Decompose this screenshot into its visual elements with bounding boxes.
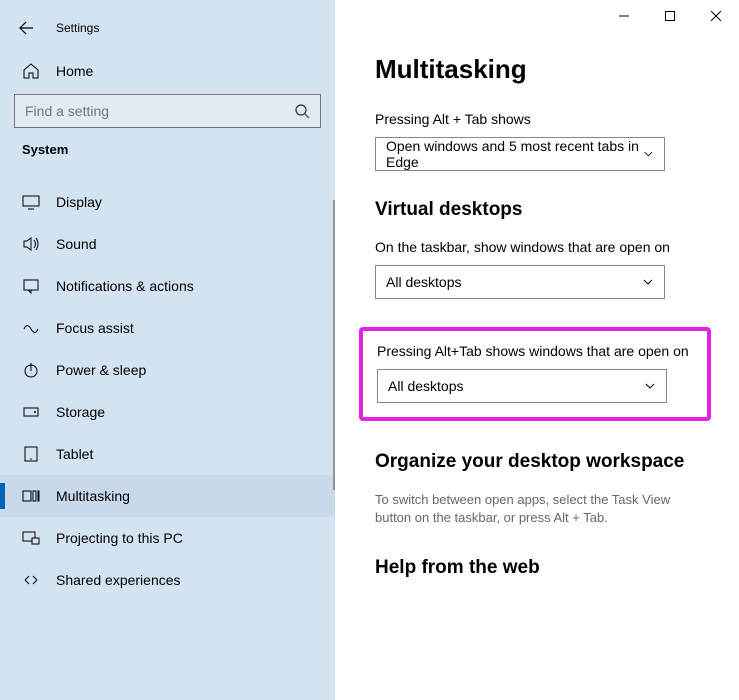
tablet-icon — [22, 445, 40, 463]
sidebar-item-projecting[interactable]: Projecting to this PC — [0, 517, 335, 559]
dropdown-value: All desktops — [388, 378, 463, 394]
alttab-dropdown[interactable]: Open windows and 5 most recent tabs in E… — [375, 137, 665, 171]
category-header: System — [0, 142, 335, 167]
sidebar-item-label: Projecting to this PC — [56, 530, 183, 546]
maximize-button[interactable] — [647, 0, 693, 32]
alttab-label: Pressing Alt + Tab shows — [375, 111, 709, 127]
notifications-icon — [22, 277, 40, 295]
sidebar-item-power-sleep[interactable]: Power & sleep — [0, 349, 335, 391]
organize-desc: To switch between open apps, select the … — [375, 491, 709, 527]
chevron-down-icon — [644, 380, 656, 392]
sidebar-item-sound[interactable]: Sound — [0, 223, 335, 265]
organize-heading: Organize your desktop workspace — [375, 451, 709, 473]
home-icon — [22, 62, 40, 80]
close-button[interactable] — [693, 0, 739, 32]
sidebar-item-notifications[interactable]: Notifications & actions — [0, 265, 335, 307]
vd-alttab-dropdown[interactable]: All desktops — [377, 369, 667, 403]
minimize-icon — [619, 11, 629, 21]
help-heading: Help from the web — [375, 557, 709, 579]
sidebar-item-label: Tablet — [56, 446, 93, 462]
search-icon — [294, 103, 310, 119]
sidebar-item-label: Notifications & actions — [56, 278, 194, 294]
sidebar-item-label: Power & sleep — [56, 362, 146, 378]
shared-experiences-icon — [22, 571, 40, 589]
sidebar: Settings Home System Display Sound Notif… — [0, 0, 335, 700]
sidebar-item-label: Display — [56, 194, 102, 210]
back-button[interactable] — [14, 16, 38, 40]
sidebar-item-display[interactable]: Display — [0, 181, 335, 223]
sidebar-item-label: Shared experiences — [56, 572, 181, 588]
home-label: Home — [56, 63, 93, 79]
main-content: Multitasking Pressing Alt + Tab shows Op… — [335, 0, 739, 700]
window-title: Settings — [56, 21, 99, 35]
search-input[interactable] — [25, 103, 294, 119]
sidebar-item-label: Multitasking — [56, 488, 130, 504]
sidebar-item-tablet[interactable]: Tablet — [0, 433, 335, 475]
focus-assist-icon — [22, 319, 40, 337]
close-icon — [711, 11, 721, 21]
dropdown-value: All desktops — [386, 274, 461, 290]
sidebar-item-label: Focus assist — [56, 320, 134, 336]
chevron-down-icon — [642, 276, 654, 288]
sidebar-item-focus-assist[interactable]: Focus assist — [0, 307, 335, 349]
minimize-button[interactable] — [601, 0, 647, 32]
vd-taskbar-dropdown[interactable]: All desktops — [375, 265, 665, 299]
sound-icon — [22, 235, 40, 253]
highlight-box: Pressing Alt+Tab shows windows that are … — [359, 327, 711, 421]
display-icon — [22, 193, 40, 211]
sidebar-item-label: Sound — [56, 236, 96, 252]
storage-icon — [22, 403, 40, 421]
vd-taskbar-label: On the taskbar, show windows that are op… — [375, 239, 709, 255]
sidebar-item-label: Storage — [56, 404, 105, 420]
dropdown-value: Open windows and 5 most recent tabs in E… — [386, 138, 643, 170]
sidebar-item-shared-experiences[interactable]: Shared experiences — [0, 559, 335, 601]
back-arrow-icon — [18, 20, 34, 36]
search-box[interactable] — [14, 94, 321, 128]
home-nav[interactable]: Home — [0, 54, 335, 92]
multitasking-icon — [22, 487, 40, 505]
virtual-desktops-heading: Virtual desktops — [375, 199, 709, 221]
nav-list: Display Sound Notifications & actions Fo… — [0, 181, 335, 601]
sidebar-item-multitasking[interactable]: Multitasking — [0, 475, 335, 517]
page-heading: Multitasking — [375, 54, 709, 85]
power-icon — [22, 361, 40, 379]
projecting-icon — [22, 529, 40, 547]
vd-alttab-label: Pressing Alt+Tab shows windows that are … — [377, 343, 693, 359]
chevron-down-icon — [643, 148, 654, 160]
maximize-icon — [665, 11, 675, 21]
sidebar-item-storage[interactable]: Storage — [0, 391, 335, 433]
